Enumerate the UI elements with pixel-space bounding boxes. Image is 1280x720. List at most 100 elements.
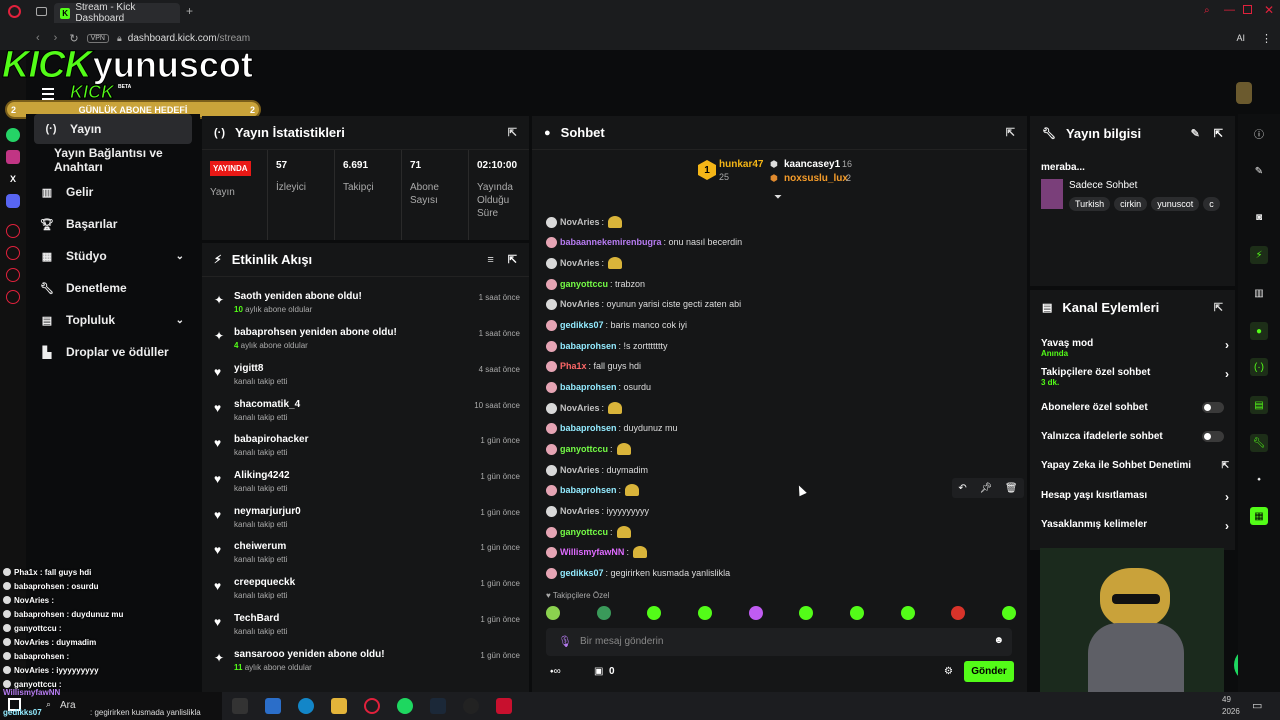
tag-pill[interactable]: cirkin bbox=[1114, 197, 1148, 211]
activity-item[interactable]: ✦ babaprohsen yeniden abone oldu! 4 aylık … bbox=[202, 323, 529, 359]
chat-username[interactable]: babaprohsen bbox=[560, 423, 617, 433]
activity-item[interactable]: ♥ babapirohacker kanalı takip etti 1 gün ön… bbox=[202, 430, 529, 466]
extensions-icon[interactable] bbox=[6, 246, 20, 260]
chat-message[interactable]: NovAries: iyyyyyyyyy bbox=[546, 503, 649, 519]
chat-message[interactable]: ganyottccu: bbox=[546, 524, 631, 540]
chat-username[interactable]: babaannekemirenbugra bbox=[560, 237, 662, 247]
tag-pill[interactable]: c bbox=[1203, 197, 1220, 211]
emote-icon[interactable] bbox=[849, 606, 864, 620]
tab-overview-icon[interactable] bbox=[36, 7, 47, 16]
settings-gear-icon[interactable] bbox=[6, 290, 20, 304]
chat-username[interactable]: WillismyfawNN bbox=[560, 547, 624, 557]
photos-app-icon[interactable] bbox=[265, 698, 281, 714]
delete-icon[interactable]: 🗑︎ bbox=[1005, 483, 1018, 494]
subs-chat-row[interactable]: Abonelere özel sohbet bbox=[1041, 402, 1224, 413]
chat-username[interactable]: ganyottccu bbox=[560, 527, 608, 537]
sidebar-item-stream-key[interactable]: Yayın Bağlantısı ve Anahtarı bbox=[26, 144, 200, 176]
activity-item[interactable]: ♥ neymarjurjur0 kanalı takip etti 1 gün önc… bbox=[202, 502, 529, 538]
opera-taskbar-icon[interactable] bbox=[364, 698, 380, 714]
maximize-icon[interactable] bbox=[1243, 5, 1252, 14]
chat-message[interactable]: babaprohsen: osurdu bbox=[546, 379, 651, 395]
chat-settings-gear-icon[interactable]: ⚙ bbox=[944, 666, 953, 677]
x-twitter-icon[interactable]: X bbox=[6, 172, 20, 186]
treasure-icon[interactable]: ▣ bbox=[594, 666, 603, 677]
activity-item[interactable]: ✦ Saoth yeniden abone oldu! 10 aylık abone… bbox=[202, 287, 529, 323]
chat-message[interactable]: babaprohsen: bbox=[546, 482, 640, 498]
chat-message[interactable]: gedikks07: gegirirken kusmada yanlislikl… bbox=[546, 565, 730, 581]
chat-username[interactable]: NovAries bbox=[560, 258, 600, 268]
leader-first-name[interactable]: hunkar47 bbox=[719, 159, 763, 170]
chat-message[interactable]: Pha1x: fall guys hdi bbox=[546, 358, 641, 374]
task-view-icon[interactable] bbox=[232, 698, 248, 714]
obs-icon[interactable] bbox=[463, 698, 479, 714]
sidebar-item-revenue[interactable]: ▥ Gelir bbox=[26, 176, 200, 208]
broadcast-icon[interactable]: (·) bbox=[1250, 358, 1268, 376]
category-name[interactable]: Sadece Sohbet bbox=[1069, 180, 1137, 191]
chat-username[interactable]: babaprohsen bbox=[560, 382, 617, 392]
banned-words-row[interactable]: Yasaklanmış kelimeler › bbox=[1041, 519, 1229, 533]
search-tabs-icon[interactable]: ⌕ bbox=[1204, 5, 1210, 16]
popout-icon[interactable]: ⇱ bbox=[508, 253, 517, 266]
emotes-chat-row[interactable]: Yalnızca ifadelerle sohbet bbox=[1041, 431, 1224, 442]
chat-message[interactable]: NovAries: oyunun yarisi ciste gecti zate… bbox=[546, 296, 741, 312]
user-avatar[interactable] bbox=[1236, 82, 1252, 104]
history-icon[interactable] bbox=[6, 224, 20, 238]
chat-message[interactable]: NovAries: bbox=[546, 214, 623, 230]
sidebar-item-studio[interactable]: ▦ Stüdyo ⌄ bbox=[26, 240, 200, 272]
chat-message[interactable]: NovAries: bbox=[546, 255, 623, 271]
file-explorer-icon[interactable] bbox=[331, 698, 347, 714]
popout-icon[interactable]: ⇱ bbox=[1006, 126, 1015, 139]
age-restriction-row[interactable]: Hesap yaşı kısıtlaması › bbox=[1041, 490, 1229, 504]
chat-username[interactable]: gedikks07 bbox=[560, 320, 604, 330]
url-text[interactable]: dashboard.kick.com/stream bbox=[128, 33, 250, 44]
sidebar-item-drops[interactable]: ▙ Droplar ve ödüller bbox=[26, 336, 200, 368]
filter-icon[interactable]: ≡ bbox=[487, 254, 493, 266]
ai-button[interactable]: AI bbox=[1236, 33, 1245, 43]
emote-icon[interactable] bbox=[951, 606, 966, 620]
collapse-leaderboard-icon[interactable]: ⏷ bbox=[774, 192, 782, 203]
chat-username[interactable]: Pha1x bbox=[560, 361, 587, 371]
new-tab-icon[interactable]: + bbox=[186, 4, 193, 18]
sidebar-item-moderation[interactable]: 🔧︎ Denetleme bbox=[26, 272, 200, 304]
vpn-badge[interactable]: VPN bbox=[86, 33, 109, 43]
minimize-icon[interactable]: — bbox=[1224, 4, 1235, 16]
bolt-icon[interactable]: ⚡︎ bbox=[1250, 246, 1268, 264]
emote-icon[interactable] bbox=[900, 606, 915, 620]
emote-icon[interactable] bbox=[748, 606, 763, 620]
kick-points-icon[interactable]: ⬩ bbox=[1250, 470, 1268, 488]
chat-username[interactable]: NovAries bbox=[560, 217, 600, 227]
reload-icon[interactable]: ↻ bbox=[69, 32, 78, 45]
emoji-icon[interactable]: ☻ bbox=[993, 635, 1004, 646]
wrench-icon[interactable]: 🔧︎ bbox=[1250, 434, 1268, 452]
opera-logo-icon[interactable] bbox=[8, 5, 21, 18]
pin-icon[interactable]: 📌︎ bbox=[979, 483, 992, 494]
steam-icon[interactable] bbox=[430, 698, 446, 714]
back-icon[interactable]: ‹ bbox=[36, 32, 40, 44]
tag-pill[interactable]: yunuscot bbox=[1151, 197, 1200, 211]
whatsapp-icon[interactable] bbox=[6, 128, 20, 142]
chat-username[interactable]: ganyottccu bbox=[560, 444, 608, 454]
activity-item[interactable]: ♥ TechBard kanalı takip etti 1 gün önce bbox=[202, 609, 529, 645]
menu-icon[interactable]: ⋮ bbox=[1261, 32, 1272, 45]
camera-icon[interactable]: ◙ bbox=[1250, 208, 1268, 226]
notifications-icon[interactable]: ▭ bbox=[1252, 699, 1262, 712]
chat-username[interactable]: NovAries bbox=[560, 506, 600, 516]
channel-actions-icon[interactable]: ▤ bbox=[1250, 396, 1268, 414]
activity-item[interactable]: ♥ shacomatik_4 kanalı takip etti 10 saat ön… bbox=[202, 395, 529, 431]
forward-icon[interactable]: › bbox=[54, 32, 58, 44]
chat-message[interactable]: babaprohsen: !s zorttttttty bbox=[546, 338, 668, 354]
chat-username[interactable]: babaprohsen bbox=[560, 485, 617, 495]
ai-moderation-row[interactable]: Yapay Zeka ile Sohbet Denetimi ⇱ bbox=[1041, 460, 1229, 471]
chat-message[interactable]: NovAries: duymadim bbox=[546, 462, 648, 478]
chat-username[interactable]: NovAries bbox=[560, 465, 600, 475]
activity-item[interactable]: ♥ cheiwerum kanalı takip etti 1 gün önce bbox=[202, 537, 529, 573]
chat-username[interactable]: ganyottccu bbox=[560, 279, 608, 289]
popout-icon[interactable]: ⇱ bbox=[1214, 127, 1223, 140]
chat-message[interactable]: babaannekemirenbugra: onu nasıl becerdin bbox=[546, 234, 742, 250]
chat-icon[interactable]: ● bbox=[1250, 322, 1268, 340]
instagram-icon[interactable] bbox=[6, 150, 20, 164]
chat-input[interactable]: 🎙︎ Bir mesaj gönderin ☻ bbox=[546, 628, 1012, 656]
spotify-icon[interactable] bbox=[397, 698, 413, 714]
edit-pencil-icon[interactable]: ✎ bbox=[1250, 162, 1268, 180]
emote-icon[interactable] bbox=[697, 606, 712, 620]
